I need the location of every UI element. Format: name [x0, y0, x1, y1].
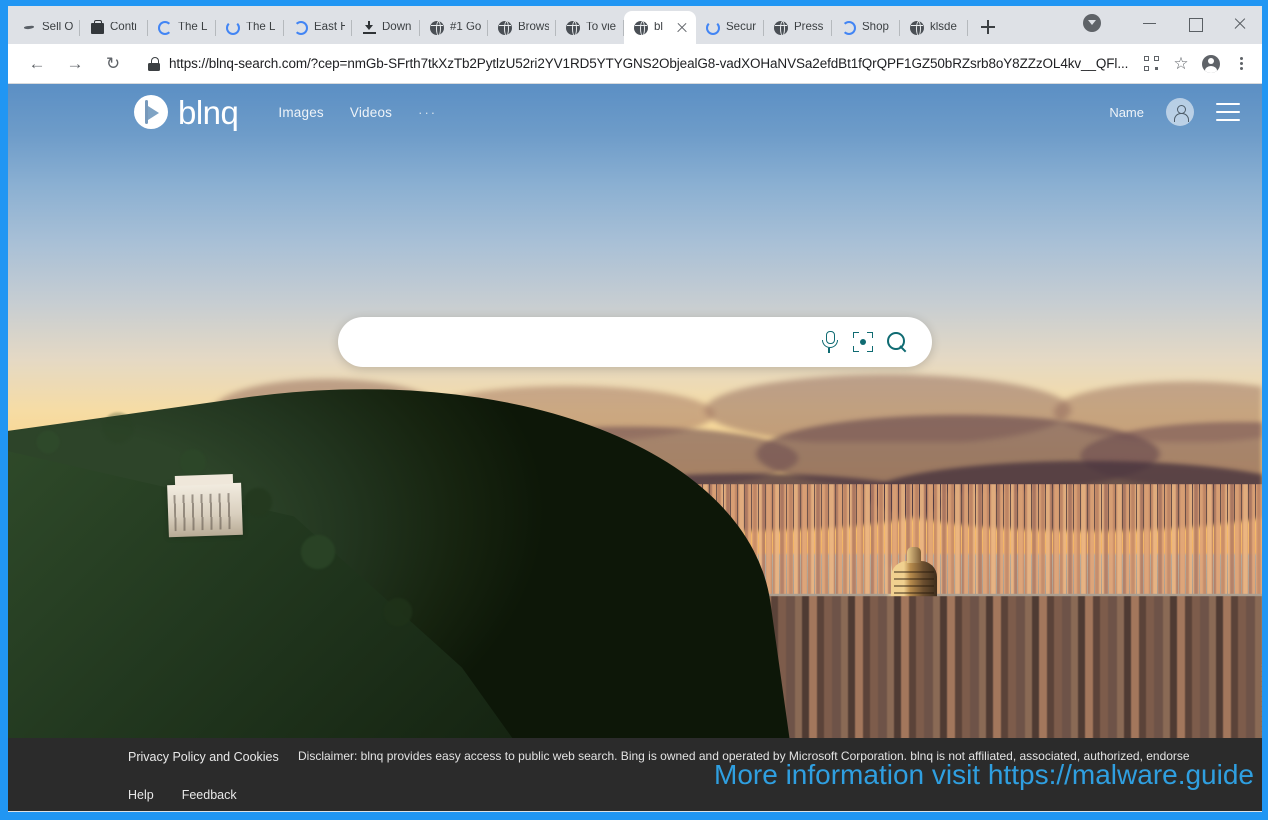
search-bar[interactable]: [338, 317, 932, 367]
new-tab-button[interactable]: [974, 13, 1002, 41]
site-nav: Images Videos ···: [278, 105, 437, 120]
globe-icon: [909, 20, 925, 36]
loading-spinner-icon: [841, 20, 857, 36]
browser-window-frame: Sell O Conti The L The L East H Down #1 …: [0, 0, 1268, 820]
tab-down[interactable]: Down: [352, 11, 420, 44]
tab-label: To vie: [586, 21, 617, 33]
microphone-icon[interactable]: [812, 325, 846, 359]
profile-avatar-icon[interactable]: [1198, 51, 1224, 77]
address-bar[interactable]: https://blnq-search.com/?cep=nmGb-SFrth7…: [142, 50, 1134, 78]
loading-spinner-icon: [705, 20, 721, 36]
forward-button[interactable]: →: [60, 49, 90, 79]
tab-conti[interactable]: Conti: [80, 11, 148, 44]
window-close-button[interactable]: [1217, 8, 1262, 38]
tab-label: Shop: [862, 21, 889, 33]
kebab-menu-icon[interactable]: [1228, 51, 1254, 77]
qr-code-icon[interactable]: [1138, 51, 1164, 77]
nav-item-images[interactable]: Images: [278, 105, 323, 120]
globe-icon: [497, 20, 513, 36]
chrome-update-icon[interactable]: [1083, 14, 1101, 32]
maximize-button[interactable]: [1172, 8, 1217, 38]
globe-icon: [429, 20, 445, 36]
download-icon: [361, 20, 377, 36]
window-controls-group: [1002, 8, 1262, 44]
site-logo[interactable]: blnq: [134, 93, 239, 131]
tab-label: The L: [246, 21, 276, 33]
tab-label: East H: [314, 21, 345, 33]
tab-label: Press: [794, 21, 824, 33]
tab-label: bl: [654, 21, 663, 33]
hillside-mansion: [167, 482, 243, 538]
header-account-group: Name: [1109, 98, 1240, 126]
privacy-policy-link[interactable]: Privacy Policy and Cookies: [128, 750, 279, 764]
background-photo-hong-kong-sunset: [8, 84, 1262, 811]
close-icon[interactable]: [675, 21, 689, 35]
tab-to-vie[interactable]: To vie: [556, 11, 624, 44]
tab-the-l-2[interactable]: The L: [216, 11, 284, 44]
loading-spinner-icon: [293, 20, 309, 36]
tab-press[interactable]: Press: [764, 11, 832, 44]
tab-label: Brows: [518, 21, 549, 33]
watermark-overlay-text: More information visit https://malware.g…: [714, 759, 1254, 790]
browser-chrome: Sell O Conti The L The L East H Down #1 …: [8, 6, 1262, 812]
tab-east-h[interactable]: East H: [284, 11, 352, 44]
back-button[interactable]: ←: [22, 49, 52, 79]
tab-sell-o[interactable]: Sell O: [12, 11, 80, 44]
lock-icon: [148, 56, 160, 71]
tab-label: klsde: [930, 21, 957, 33]
search-icon[interactable]: [880, 325, 914, 359]
tab-secur[interactable]: Secur: [696, 11, 764, 44]
help-link[interactable]: Help: [128, 788, 154, 802]
blnq-logo-icon: [134, 95, 168, 129]
reload-button[interactable]: ↻: [98, 49, 128, 79]
star-icon[interactable]: ☆: [1168, 51, 1194, 77]
nav-more-icon[interactable]: ···: [418, 105, 437, 120]
minimize-button[interactable]: [1127, 8, 1172, 38]
globe-icon: [565, 20, 581, 36]
dash-icon: [21, 20, 37, 36]
hamburger-menu-icon[interactable]: [1216, 103, 1240, 121]
nav-item-videos[interactable]: Videos: [350, 105, 392, 120]
tab-label: Sell O: [42, 21, 73, 33]
loading-spinner-icon: [157, 20, 173, 36]
loading-spinner-icon: [225, 20, 241, 36]
tab-strip: Sell O Conti The L The L East H Down #1 …: [8, 6, 1262, 44]
tab-label: Secur: [726, 21, 757, 33]
tab-label: #1 Go: [450, 21, 481, 33]
globe-icon: [633, 20, 649, 36]
navigation-toolbar: ← → ↻ https://blnq-search.com/?cep=nmGb-…: [8, 44, 1262, 84]
tab-label: Conti: [110, 21, 137, 33]
page-viewport: blnq Images Videos ··· Name Privacy Poli…: [8, 84, 1262, 811]
tab-shop[interactable]: Shop: [832, 11, 900, 44]
tab-label: Down: [382, 21, 412, 33]
logo-text: blnq: [178, 93, 239, 131]
account-name-label: Name: [1109, 104, 1144, 120]
visual-search-icon[interactable]: [846, 325, 880, 359]
tab-klsde[interactable]: klsde: [900, 11, 968, 44]
feedback-link[interactable]: Feedback: [182, 788, 237, 802]
url-text: https://blnq-search.com/?cep=nmGb-SFrth7…: [169, 56, 1129, 71]
tab-label: The L: [178, 21, 208, 33]
tab-number-1-go[interactable]: #1 Go: [420, 11, 488, 44]
tab-bl-active[interactable]: bl: [624, 11, 696, 44]
user-avatar-icon[interactable]: [1166, 98, 1194, 126]
search-input[interactable]: [362, 333, 812, 351]
tab-the-l-1[interactable]: The L: [148, 11, 216, 44]
tree-canopy: [8, 402, 548, 702]
globe-icon: [773, 20, 789, 36]
bag-icon: [89, 20, 105, 36]
footer-links: Privacy Policy and Cookies Help Feedback: [8, 748, 298, 802]
tab-brows[interactable]: Brows: [488, 11, 556, 44]
site-header: blnq Images Videos ··· Name: [8, 84, 1262, 140]
